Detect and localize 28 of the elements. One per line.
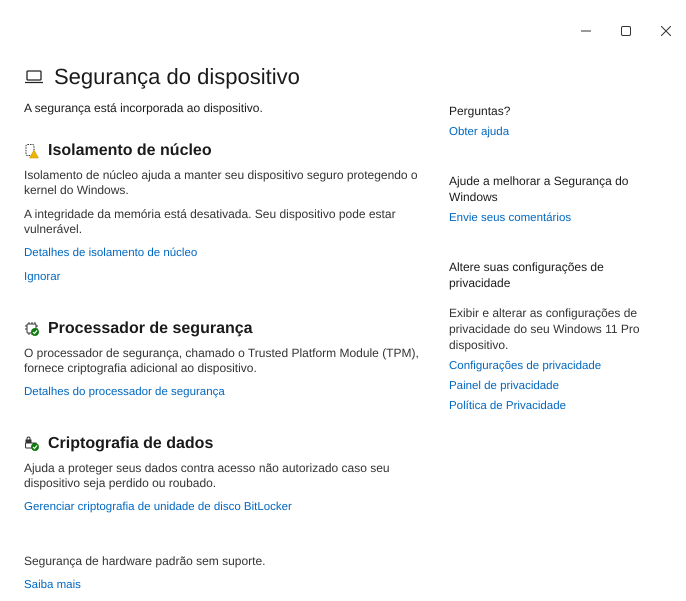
section-link[interactable]: Gerenciar criptografia de unidade de disco BitLocker [24,500,292,515]
section-link[interactable]: Ignorar [24,270,60,285]
close-icon [661,26,671,36]
footer-text: Segurança de hardware padrão sem suporte. [24,554,266,569]
sidebar-link[interactable]: Configurações de privacidade [449,359,602,374]
minimize-icon [581,30,591,32]
sidebar-link[interactable]: Política de Privacidade [449,399,566,414]
learn-more-link[interactable]: Saiba mais [24,578,81,593]
sidebar-heading: Perguntas? [449,103,512,119]
section-text: A integridade da memória está desativada. Seu dispositivo pode estar vulnerável. [24,207,397,237]
section-heading: Processador de segurança [48,319,253,339]
sidebar-heading: Altere suas configurações de privacidade [449,259,605,291]
section-link[interactable]: Detalhes de isolamento de núcleo [24,246,198,261]
sidebar-link[interactable]: Obter ajuda [449,125,510,140]
section-text: Isolamento de núcleo ajuda a manter seu dispositivo seguro protegendo o kernel do Windows. [24,168,419,198]
maximize-icon [621,26,631,36]
laptop-icon [24,70,44,84]
section-heading: Isolamento de núcleo [48,141,212,161]
section-text: O processador de segurança, chamado o Trusted Platform Module (TPM), fornece criptografia adicional ao dispositivo. [24,346,420,376]
sidebar-text: Exibir e alterar as configurações de privacidade do seu Windows 11 Pro dispositivo. [449,305,641,353]
sidebar-link[interactable]: Painel de privacidade [449,379,559,394]
section-heading: Criptografia de dados [48,434,214,454]
sidebar-heading: Ajude a melhorar a Segurança do Windows [449,173,630,205]
section-link[interactable]: Detalhes do processador de segurança [24,385,225,400]
page-subtitle: A segurança está incorporada ao dispositivo. [24,101,264,116]
sidebar-link[interactable]: Envie seus comentários [449,211,572,226]
page-title: Segurança do dispositivo [54,64,300,90]
section-text: Ajuda a proteger seus dados contra acesso não autorizado caso seu dispositivo seja perdido ou roubado. [24,461,391,491]
